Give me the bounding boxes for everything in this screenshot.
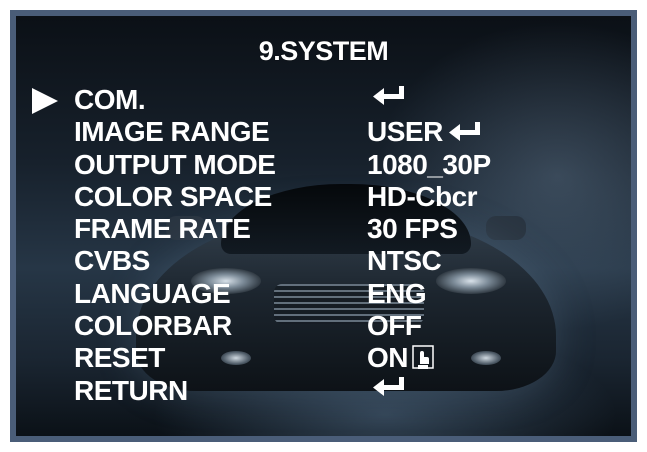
menu-item-output-mode[interactable]: OUTPUT MODE 1080_30P [16,149,631,181]
menu-item-cvbs[interactable]: CVBS NTSC [16,245,631,277]
menu-item-value[interactable] [367,375,407,399]
menu-item-value-text: ENG [367,277,427,309]
enter-icon [371,84,407,108]
menu-item-return[interactable]: RETURN [16,375,631,407]
menu-item-value[interactable]: ON [367,342,434,374]
menu-item-label: CVBS [74,245,150,277]
menu-item-label: FRAME RATE [74,213,251,245]
enter-icon [447,120,483,144]
menu-item-label: RESET [74,342,165,374]
osd-frame: 9.SYSTEM COM. IMAGE RANGE USER OUTPUT MO… [10,10,637,442]
menu-item-image-range[interactable]: IMAGE RANGE USER [16,116,631,148]
menu-item-label: OUTPUT MODE [74,148,276,180]
menu-item-value-text: USER [367,116,443,148]
menu-item-frame-rate[interactable]: FRAME RATE 30 FPS [16,213,631,245]
menu-item-value-text: ON [367,342,409,374]
menu-item-language[interactable]: LANGUAGE ENG [16,278,631,310]
menu-item-label: COLORBAR [74,310,232,342]
menu-item-value-text: 1080_30P [367,148,491,180]
menu-item-value-text: OFF [367,310,422,342]
hand-press-icon [412,345,434,371]
menu-list: COM. IMAGE RANGE USER OUTPUT MODE 1080_3… [16,84,631,407]
menu-item-com[interactable]: COM. [16,84,631,116]
menu-item-label: LANGUAGE [74,277,231,309]
menu-item-value[interactable]: HD-Cbcr [367,180,478,213]
menu-item-colorbar[interactable]: COLORBAR OFF [16,310,631,342]
menu-item-label: COLOR SPACE [74,180,272,212]
menu-title: 9.SYSTEM [258,36,389,66]
menu-item-value-text: HD-Cbcr [367,180,478,212]
osd-screen: 9.SYSTEM COM. IMAGE RANGE USER OUTPUT MO… [16,16,631,436]
menu-item-value[interactable] [367,84,407,108]
menu-item-label: RETURN [74,374,188,406]
menu-item-label: IMAGE RANGE [74,116,270,148]
menu-item-value[interactable]: NTSC [367,245,442,277]
menu-item-color-space[interactable]: COLOR SPACE HD-Cbcr [16,181,631,213]
menu-item-reset[interactable]: RESET ON [16,342,631,374]
menu-item-label: COM. [74,84,146,115]
menu-item-value[interactable]: 30 FPS [367,213,458,245]
enter-icon [371,375,407,399]
menu-item-value[interactable]: USER [367,116,483,148]
menu-item-value[interactable]: 1080_30P [367,149,491,181]
menu-item-value-text: NTSC [367,245,442,277]
selection-cursor-arrow [32,88,58,114]
menu-item-value-text: 30 FPS [367,213,458,245]
menu-item-value[interactable]: OFF [367,310,422,342]
menu-item-value[interactable]: ENG [367,277,427,310]
